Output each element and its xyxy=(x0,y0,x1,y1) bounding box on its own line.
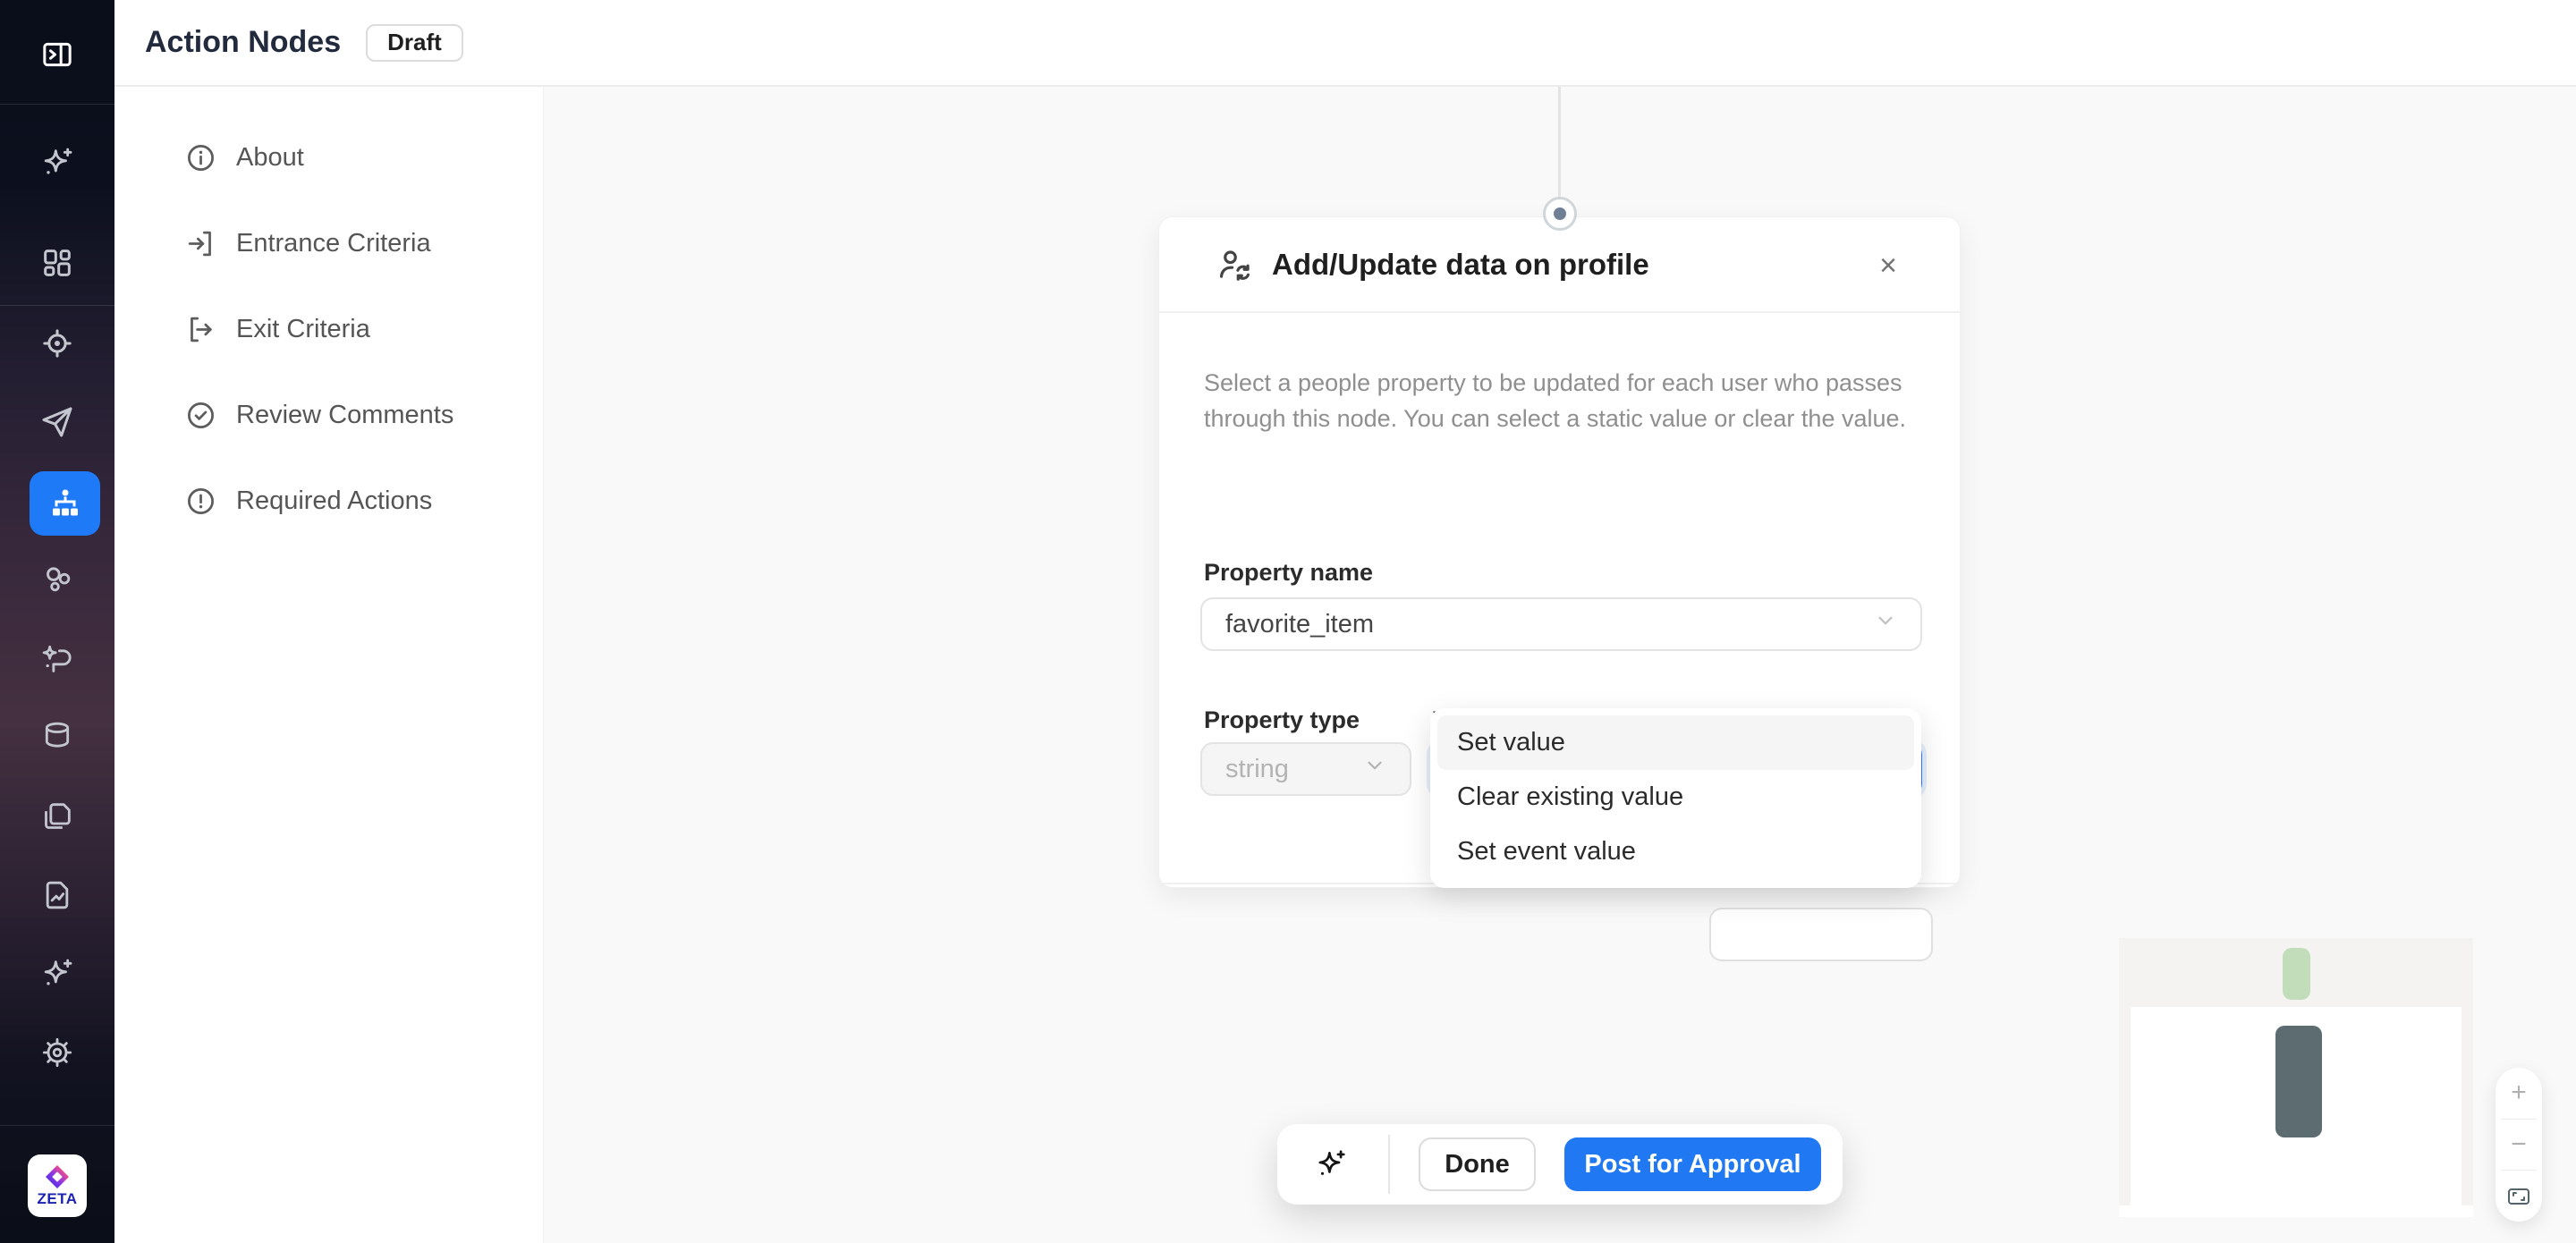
fit-view-button[interactable] xyxy=(2496,1171,2542,1222)
sidebar-item-review-comments[interactable]: Review Comments xyxy=(114,372,543,458)
flow-edge xyxy=(1558,87,1561,199)
settings-gear-icon[interactable] xyxy=(39,1035,75,1070)
canvas-action-bar: Done Post for Approval xyxy=(1277,1124,1843,1205)
zoom-in-button[interactable]: + xyxy=(2496,1068,2542,1119)
fit-view-icon xyxy=(2506,1187,2531,1206)
value-source-dropdown: Set value Clear existing value Set event… xyxy=(1430,708,1921,888)
page-header: Action Nodes Draft xyxy=(114,0,2576,87)
locate-target-icon[interactable] xyxy=(39,326,75,361)
modal-description: Select a people property to be updated f… xyxy=(1204,365,1919,436)
sidebar-divider xyxy=(0,104,114,105)
sidebar-item-journeys-active[interactable] xyxy=(30,471,100,536)
property-type-value: string xyxy=(1225,755,1289,784)
zeta-diamond-icon xyxy=(45,1164,70,1189)
database-icon[interactable] xyxy=(39,718,75,754)
chevron-down-icon xyxy=(1363,754,1386,784)
dropdown-option-clear-existing-value[interactable]: Clear existing value xyxy=(1437,770,1914,824)
ai-sparkle-icon[interactable] xyxy=(39,145,75,181)
property-name-select[interactable]: favorite_item xyxy=(1200,597,1922,651)
modal-title: Add/Update data on profile xyxy=(1272,248,1649,282)
dropdown-option-set-event-value[interactable]: Set event value xyxy=(1437,824,1914,879)
report-document-icon[interactable] xyxy=(39,877,75,913)
property-name-label: Property name xyxy=(1204,559,1373,587)
ai-sparkle-action-icon[interactable] xyxy=(1314,1147,1348,1181)
sidebar-item-label: Required Actions xyxy=(236,486,432,516)
ai-route-icon[interactable] xyxy=(39,641,75,677)
property-type-label: Property type xyxy=(1204,706,1360,734)
page-title: Action Nodes xyxy=(145,25,341,60)
done-button[interactable]: Done xyxy=(1419,1137,1536,1191)
modal-header: Add/Update data on profile × xyxy=(1159,217,1960,313)
property-type-select[interactable]: string xyxy=(1200,742,1411,796)
sidebar-item-label: Review Comments xyxy=(236,401,453,430)
sidebar-divider xyxy=(0,1125,114,1126)
panel-toggle-icon[interactable] xyxy=(39,37,75,72)
send-plane-icon[interactable] xyxy=(39,404,75,440)
flow-minimap[interactable] xyxy=(2119,938,2473,1217)
sidebar-item-exit-criteria[interactable]: Exit Criteria xyxy=(114,286,543,372)
alert-circle-icon xyxy=(184,485,217,518)
secondary-sidebar: About Entrance Criteria Exit Criteria Re… xyxy=(114,87,544,1243)
zeta-logo[interactable]: ZETA xyxy=(28,1154,87,1217)
zeta-logo-text: ZETA xyxy=(37,1190,77,1208)
post-for-approval-button[interactable]: Post for Approval xyxy=(1564,1137,1821,1191)
check-circle-icon xyxy=(184,399,217,432)
info-circle-icon xyxy=(184,141,217,174)
enter-arrow-icon xyxy=(184,227,217,260)
exit-arrow-icon xyxy=(184,313,217,346)
sidebar-divider xyxy=(0,305,114,306)
save-button[interactable] xyxy=(1709,908,1933,961)
node-connector-handle[interactable] xyxy=(1543,197,1577,231)
dashboard-grid-icon[interactable] xyxy=(39,245,75,281)
minimap-node-current xyxy=(2275,1026,2322,1137)
close-icon[interactable]: × xyxy=(1868,246,1908,285)
ai-sparkle-2-icon[interactable] xyxy=(39,956,75,992)
copy-pages-icon[interactable] xyxy=(39,799,75,834)
audience-circles-icon[interactable] xyxy=(39,562,75,597)
handle-dot xyxy=(1554,207,1566,220)
property-name-value: favorite_item xyxy=(1225,610,1374,639)
sidebar-item-required-actions[interactable]: Required Actions xyxy=(114,458,543,544)
zoom-out-button[interactable]: − xyxy=(2496,1120,2542,1171)
chevron-down-icon xyxy=(1874,609,1897,639)
sidebar-item-about[interactable]: About xyxy=(114,114,543,200)
zoom-controls: + − xyxy=(2496,1068,2542,1222)
minimap-node-green xyxy=(2283,948,2310,1000)
action-bar-divider xyxy=(1388,1135,1390,1194)
sidebar-item-label: Exit Criteria xyxy=(236,315,370,344)
primary-sidebar: ZETA xyxy=(0,0,114,1243)
dropdown-option-set-value[interactable]: Set value xyxy=(1437,715,1914,770)
user-update-icon xyxy=(1215,246,1252,283)
sidebar-item-label: About xyxy=(236,143,304,173)
sidebar-item-entrance-criteria[interactable]: Entrance Criteria xyxy=(114,200,543,286)
sidebar-item-label: Entrance Criteria xyxy=(236,229,431,258)
status-badge: Draft xyxy=(366,24,463,62)
